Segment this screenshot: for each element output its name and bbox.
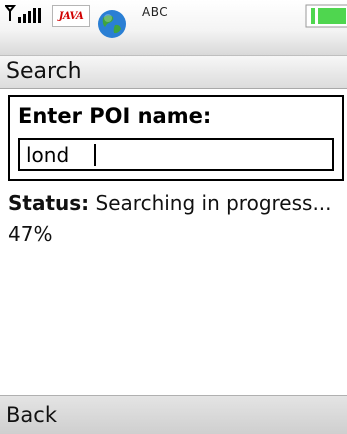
softkey-bar: Back bbox=[0, 395, 347, 434]
status-bar: JAVA ABC bbox=[0, 0, 347, 55]
poi-name-field-group: Enter POI name: bbox=[8, 95, 344, 181]
globe-icon bbox=[98, 10, 126, 38]
title-bar: Search bbox=[0, 55, 347, 89]
signal-strength-icon bbox=[5, 5, 41, 23]
page-title: Search bbox=[6, 59, 82, 84]
poi-name-label: Enter POI name: bbox=[18, 104, 212, 128]
status-label: Status: bbox=[8, 191, 90, 215]
java-badge: JAVA bbox=[52, 5, 90, 27]
battery-icon bbox=[305, 4, 347, 28]
back-softkey[interactable]: Back bbox=[6, 403, 57, 427]
text-caret bbox=[94, 144, 96, 166]
search-status: Status: Searching in progress... 47% bbox=[8, 188, 338, 250]
input-mode-indicator: ABC bbox=[142, 5, 169, 19]
poi-name-input[interactable] bbox=[18, 138, 334, 171]
